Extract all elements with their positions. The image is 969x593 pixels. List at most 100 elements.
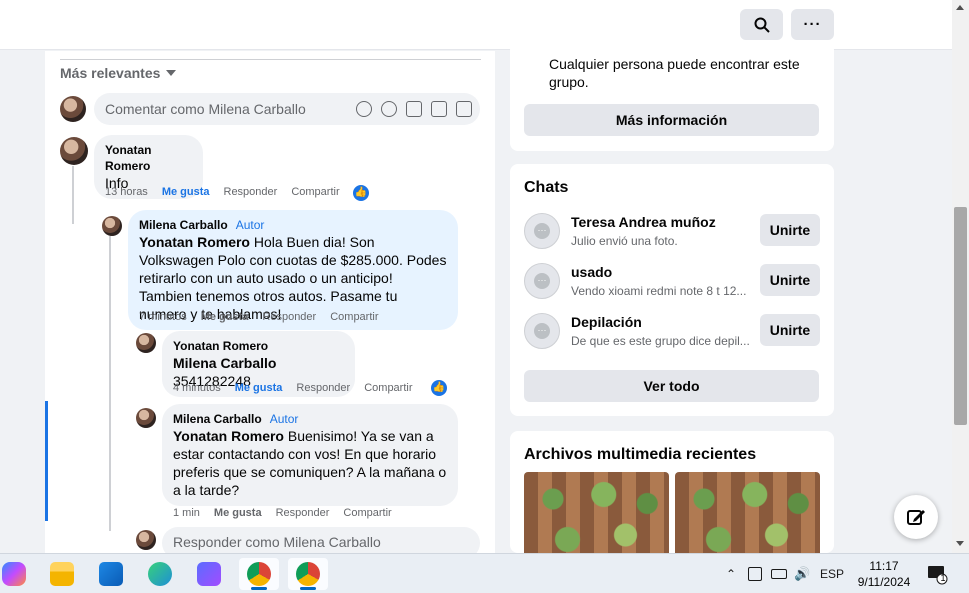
emoji-icon[interactable]	[381, 101, 397, 117]
reply-button[interactable]: Responder	[296, 382, 350, 394]
comment-input[interactable]: Comentar como Milena Carballo	[94, 93, 480, 125]
join-chat-button[interactable]: Unirte	[760, 214, 820, 246]
reply-button[interactable]: Responder	[276, 507, 330, 519]
share-button[interactable]: Compartir	[291, 186, 339, 198]
like-button[interactable]: Me gusta	[214, 507, 262, 519]
chevron-up-icon[interactable]: ⌃	[724, 567, 738, 581]
comment-time[interactable]: 7 minutos	[139, 311, 187, 323]
scroll-up-icon[interactable]	[956, 5, 964, 10]
clock[interactable]: 11:17 9/11/2024	[848, 558, 920, 590]
avatar-sticker-icon[interactable]	[356, 101, 372, 117]
group-visibility-text: Cualquier persona puede encontrar este g…	[549, 56, 800, 90]
comment-time[interactable]: 4 minutos	[173, 382, 221, 394]
focused-comment-indicator	[45, 401, 48, 521]
more-options-button[interactable]: ···	[791, 9, 834, 40]
comment-input-placeholder: Comentar como Milena Carballo	[105, 101, 306, 117]
chat-icon: ···	[524, 313, 560, 349]
notification-count: 1	[940, 573, 946, 583]
like-button[interactable]: Me gusta	[201, 311, 249, 323]
app-button[interactable]	[189, 558, 229, 590]
search-button[interactable]	[740, 9, 783, 40]
comment-bubble: Milena Carballo Autor Yonatan Romero Buen…	[162, 404, 458, 506]
join-chat-button[interactable]: Unirte	[760, 314, 820, 346]
chat-item[interactable]: ··· Teresa Andrea muñoz Julio envió una …	[524, 213, 820, 249]
reply-button[interactable]: Responder	[262, 311, 316, 323]
comment-author[interactable]: Milena Carballo	[173, 412, 262, 426]
comments-panel: Más relevantes Comentar como Milena Carb…	[45, 51, 495, 553]
chats-card: Chats ··· Teresa Andrea muñoz Julio envi…	[510, 164, 834, 416]
volume-icon[interactable]: 🔊	[794, 566, 810, 582]
file-explorer-button[interactable]	[42, 558, 82, 590]
battery-icon[interactable]	[771, 569, 787, 579]
chrome-profile-icon	[247, 562, 271, 586]
avatar[interactable]	[136, 530, 156, 550]
media-thumbnail[interactable]	[675, 472, 820, 553]
chat-icon: ···	[524, 213, 560, 249]
about-card: Cualquier persona puede encontrar este g…	[510, 42, 834, 151]
sort-dropdown[interactable]: Más relevantes	[60, 65, 177, 81]
chrome-profile-button[interactable]	[239, 558, 279, 590]
avatar[interactable]	[60, 137, 88, 165]
share-button[interactable]: Compartir	[364, 382, 412, 394]
thread-line	[72, 166, 74, 224]
language-indicator[interactable]: ESP	[820, 567, 844, 581]
chrome-icon	[296, 562, 320, 586]
like-icon[interactable]: 👍	[431, 380, 447, 396]
media-thumbnail[interactable]	[524, 472, 669, 553]
like-button[interactable]: Me gusta	[162, 186, 210, 198]
sticker-icon[interactable]	[456, 101, 472, 117]
page-scrollbar[interactable]	[952, 0, 969, 553]
comment-time[interactable]: 1 min	[173, 507, 200, 519]
avatar[interactable]	[60, 96, 86, 122]
reply-input[interactable]: Responder como Milena Carballo	[162, 527, 480, 553]
comment-author[interactable]: Yonatan Romero	[173, 338, 344, 354]
comment-actions: 7 minutos Me gusta Responder Compartir	[139, 311, 379, 323]
recent-media-card: Archivos multimedia recientes	[510, 431, 834, 553]
avatar[interactable]	[102, 216, 122, 236]
mail-icon	[99, 562, 123, 586]
reply-button[interactable]: Responder	[224, 186, 278, 198]
file-explorer-icon	[50, 562, 74, 586]
chat-item[interactable]: ··· usado Vendo xioami redmi note 8 t 12…	[524, 263, 820, 299]
see-all-chats-button[interactable]: Ver todo	[524, 370, 819, 402]
more-info-button[interactable]: Más información	[524, 104, 819, 136]
active-indicator	[251, 587, 267, 590]
scrollbar-thumb[interactable]	[954, 207, 967, 425]
clock-date: 9/11/2024	[857, 575, 911, 589]
new-message-button[interactable]	[894, 495, 938, 539]
scroll-down-icon[interactable]	[956, 541, 964, 546]
chat-preview: De que es este grupo dice depil...	[571, 334, 750, 348]
chat-icon: ···	[524, 263, 560, 299]
active-indicator	[300, 587, 316, 590]
tablet-icon[interactable]	[748, 567, 762, 581]
chat-item[interactable]: ··· Depilación De que es este grupo dice…	[524, 313, 820, 349]
copilot-icon	[2, 562, 26, 586]
chrome-button[interactable]	[288, 558, 328, 590]
comment-author[interactable]: Yonatan Romero	[105, 142, 192, 174]
share-button[interactable]: Compartir	[330, 311, 378, 323]
like-button[interactable]: Me gusta	[235, 382, 283, 394]
comment-time[interactable]: 13 horas	[105, 186, 148, 198]
like-icon[interactable]: 👍	[353, 185, 369, 201]
avatar[interactable]	[136, 333, 156, 353]
edge-button[interactable]	[140, 558, 180, 590]
system-tray: ⌃ 🔊 ESP	[724, 554, 844, 593]
mail-button[interactable]	[91, 558, 131, 590]
comment-author[interactable]: Milena Carballo	[139, 218, 228, 232]
comment-author-row: Milena Carballo Autor	[139, 217, 447, 233]
edge-icon	[148, 562, 172, 586]
share-button[interactable]: Compartir	[343, 507, 391, 519]
mention-link[interactable]: Yonatan Romero	[139, 234, 250, 250]
gif-icon[interactable]	[431, 101, 447, 117]
notification-center-button[interactable]: 1	[926, 563, 952, 585]
mention-link[interactable]: Milena Carballo	[173, 355, 276, 371]
compose-icon	[907, 510, 925, 525]
copilot-button[interactable]	[0, 558, 34, 590]
avatar[interactable]	[136, 408, 156, 428]
camera-icon[interactable]	[406, 101, 422, 117]
join-chat-button[interactable]: Unirte	[760, 264, 820, 296]
mention-link[interactable]: Yonatan Romero	[173, 428, 284, 444]
comment-actions: 1 min Me gusta Responder Compartir	[173, 507, 392, 519]
app-icon	[197, 562, 221, 586]
clock-time: 11:17	[869, 559, 899, 573]
